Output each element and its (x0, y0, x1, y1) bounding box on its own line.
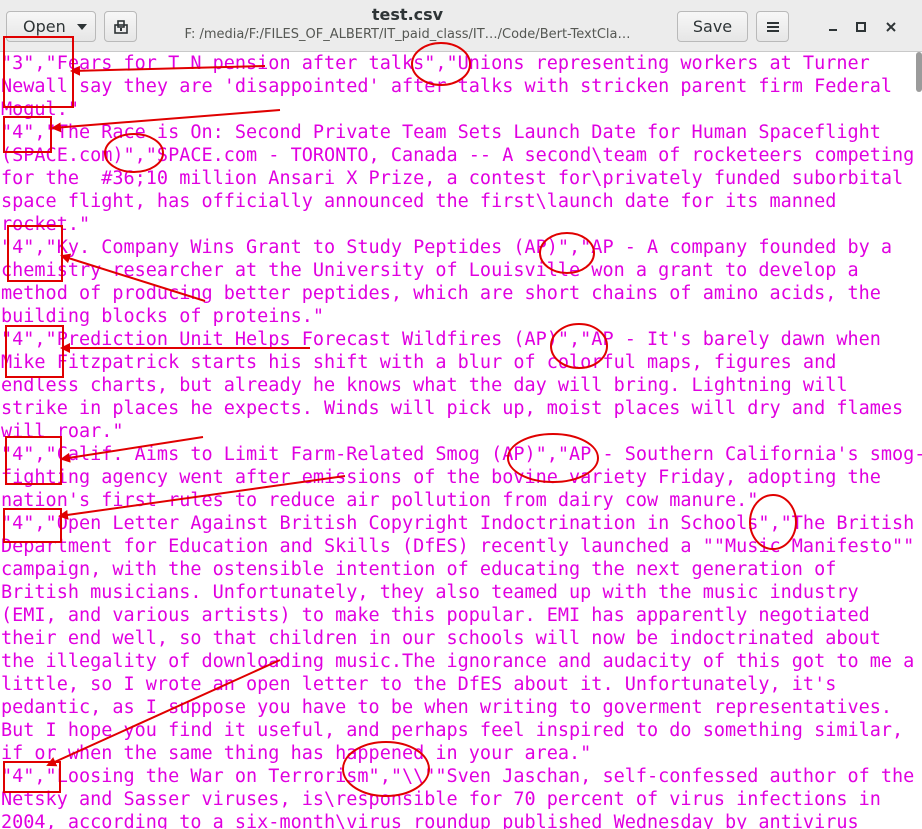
editor-line[interactable]: fighting agency went after emissions of … (1, 466, 922, 489)
editor-line[interactable]: the illegality of downloading music.The … (1, 650, 922, 673)
maximize-icon (856, 22, 866, 32)
editor-content[interactable]: "3","Fears for T N pension after talks",… (0, 52, 922, 829)
scrollbar-thumb[interactable] (916, 52, 922, 92)
editor-line[interactable]: "4","Open Letter Against British Copyrig… (1, 512, 922, 535)
editor-line[interactable]: method of producing better peptides, whi… (1, 282, 922, 305)
window-title: test.csv (371, 5, 444, 24)
editor-line[interactable]: little, so I wrote an open letter to the… (1, 673, 922, 696)
text-editor[interactable]: "3","Fears for T N pension after talks",… (0, 52, 922, 829)
minimize-button[interactable] (820, 14, 846, 40)
header-bar: Open test.csv F: /media/F:/FILES_OF_ALBE… (0, 0, 922, 52)
editor-line[interactable]: (EMI, and various artists) to make this … (1, 604, 922, 627)
close-icon (886, 22, 896, 32)
save-button[interactable]: Save (677, 11, 748, 42)
editor-line[interactable]: (SPACE.com)","SPACE.com - TORONTO, Canad… (1, 144, 922, 167)
maximize-button[interactable] (848, 14, 874, 40)
open-button-label: Open (23, 17, 66, 36)
editor-line[interactable]: "4","Loosing the War on Terrorism","\\""… (1, 765, 922, 788)
hamburger-menu-icon (766, 21, 779, 32)
editor-line[interactable]: if or when the same thing has happened i… (1, 742, 922, 765)
editor-line[interactable]: campaign, with the ostensible intention … (1, 558, 922, 581)
minimize-icon (829, 29, 837, 31)
editor-line[interactable]: endless charts, but already he knows wha… (1, 374, 922, 397)
editor-line[interactable]: "4","Prediction Unit Helps Forecast Wild… (1, 328, 922, 351)
pin-document-button[interactable] (104, 11, 137, 42)
editor-line[interactable]: Newall say they are 'disappointed' after… (1, 75, 922, 98)
open-button[interactable]: Open (6, 11, 96, 42)
editor-line[interactable]: Mike Fitzpatrick starts his shift with a… (1, 351, 922, 374)
editor-line[interactable]: British musicians. Unfortunately, they a… (1, 581, 922, 604)
pin-document-icon (113, 19, 128, 34)
editor-line[interactable]: pedantic, as I suppose you have to be wh… (1, 696, 922, 719)
editor-line[interactable]: "3","Fears for T N pension after talks",… (1, 52, 922, 75)
editor-line[interactable]: building blocks of proteins." (1, 305, 922, 328)
editor-line[interactable]: chemistry researcher at the University o… (1, 259, 922, 282)
editor-line[interactable]: But I hope you find it useful, and perha… (1, 719, 922, 742)
editor-line[interactable]: "4","Ky. Company Wins Grant to Study Pep… (1, 236, 922, 259)
editor-line[interactable]: their end well, so that children in our … (1, 627, 922, 650)
editor-line[interactable]: Mogul." (1, 98, 922, 121)
editor-line[interactable]: Netsky and Sasser viruses, is\responsibl… (1, 788, 922, 811)
close-button[interactable] (878, 14, 904, 40)
title-area: test.csv F: /media/F:/FILES_OF_ALBERT/IT… (150, 4, 665, 44)
file-path: F: /media/F:/FILES_OF_ALBERT/IT_paid_cla… (184, 27, 631, 42)
editor-line[interactable]: 2004, according to a six-month\virus rou… (1, 811, 922, 829)
editor-line[interactable]: Department for Education and Skills (DfE… (1, 535, 922, 558)
editor-line[interactable]: "4","The Race is On: Second Private Team… (1, 121, 922, 144)
editor-line[interactable]: "4","Calif. Aims to Limit Farm-Related S… (1, 443, 922, 466)
editor-line[interactable]: for the #36;10 million Ansari X Prize, a… (1, 167, 922, 190)
editor-line[interactable]: strike in places he expects. Winds will … (1, 397, 922, 420)
editor-line[interactable]: space flight, has officially announced t… (1, 190, 922, 213)
editor-line[interactable]: rocket." (1, 213, 922, 236)
menu-button[interactable] (756, 11, 789, 42)
chevron-down-icon (77, 23, 87, 30)
editor-line[interactable]: nation's first rules to reduce air pollu… (1, 489, 922, 512)
editor-line[interactable]: will roar." (1, 420, 922, 443)
